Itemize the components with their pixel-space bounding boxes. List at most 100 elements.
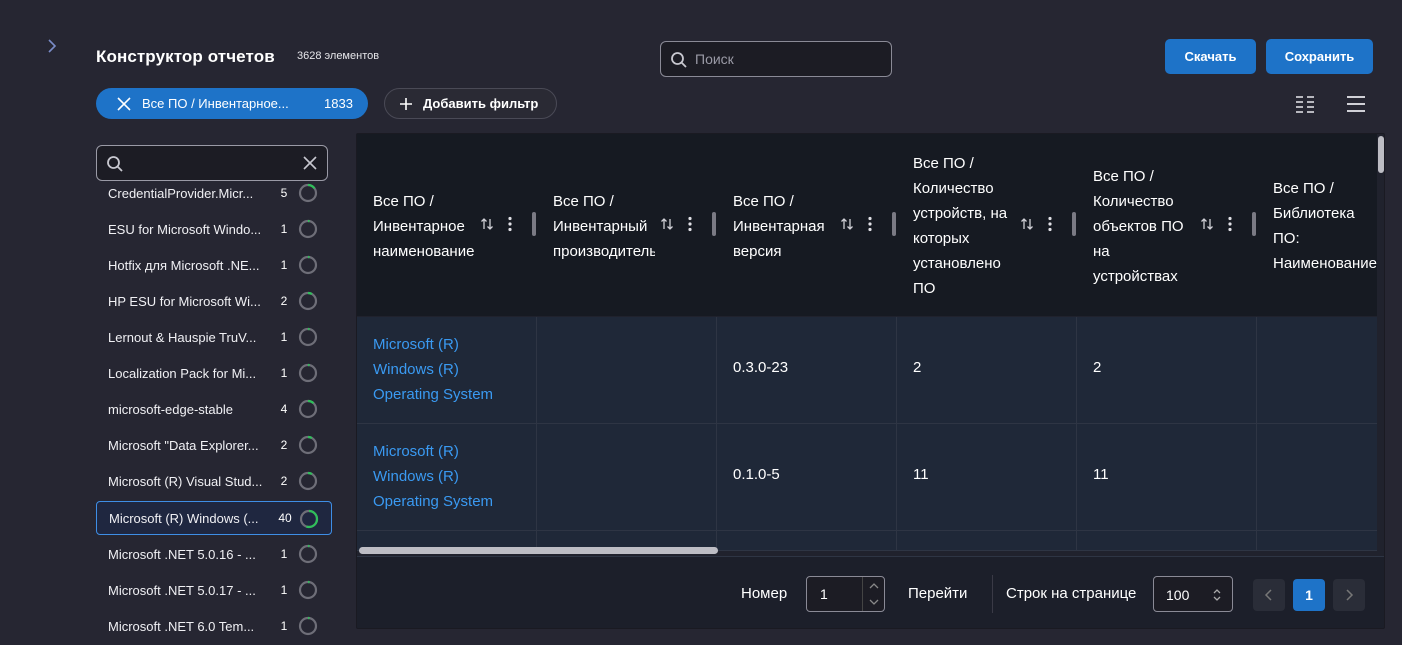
page-number-label: Номер <box>741 585 788 602</box>
sort-icon[interactable] <box>479 216 495 232</box>
table-cell-vendor <box>537 317 717 424</box>
progress-ring-icon <box>298 291 318 311</box>
software-name-line: Windows (R) <box>373 468 459 485</box>
list-item-name: Localization Pack for Mi... <box>108 365 257 381</box>
sidebar-list-item[interactable]: Hotfix для Microsoft .NE... 1 <box>96 248 332 282</box>
list-item-count: 1 <box>280 366 288 380</box>
sidebar-list-item[interactable]: CredentialProvider.Micr... 5 <box>96 182 332 210</box>
column-header-text: устройствах <box>1093 267 1178 285</box>
chevron-up-icon[interactable] <box>863 578 885 594</box>
prev-page-button[interactable] <box>1253 579 1285 611</box>
table-cell-library <box>1257 317 1384 424</box>
sort-icon[interactable] <box>1019 216 1035 232</box>
cell-value: 11 <box>1093 466 1109 483</box>
sidebar-search-box[interactable] <box>96 145 328 181</box>
column-menu-icon[interactable] <box>1042 216 1058 232</box>
add-filter-button[interactable]: Добавить фильтр <box>384 88 557 119</box>
remove-filter-icon[interactable] <box>116 96 132 112</box>
column-header[interactable]: Все ПО / Инвентарный производитель <box>537 134 717 316</box>
rows-per-page-label: Строк на странице <box>1006 585 1137 602</box>
table-cell-devices: 11 <box>897 424 1077 531</box>
column-resize-handle[interactable] <box>532 212 536 236</box>
sidebar-list-item[interactable]: Microsoft .NET 5.0.17 - ... 1 <box>96 573 332 607</box>
list-item-count: 2 <box>280 438 288 452</box>
rows-per-page-value: 100 <box>1166 587 1190 603</box>
sort-icon[interactable] <box>1199 216 1215 232</box>
column-header[interactable]: Все ПО / Инвентарное наименование <box>357 134 537 316</box>
column-menu-icon[interactable] <box>682 216 698 232</box>
list-item-name: Microsoft (R) Windows (... <box>109 510 259 526</box>
page-button-current[interactable]: 1 <box>1293 579 1325 611</box>
column-menu-icon[interactable] <box>502 216 518 232</box>
software-name-link[interactable]: Microsoft (R) Windows (R) Operating System <box>373 439 523 514</box>
sidebar-list-item[interactable]: Microsoft .NET 6.0 Tem... 1 <box>96 609 332 643</box>
save-button[interactable]: Сохранить <box>1266 39 1373 74</box>
clear-search-icon[interactable] <box>303 156 317 170</box>
column-header-text: Все ПО / <box>373 192 434 210</box>
list-item-count: 40 <box>278 511 292 525</box>
column-header-text: которых <box>913 230 970 247</box>
table-row[interactable]: Microsoft (R) Windows (R) Operating System… <box>357 317 1377 424</box>
sidebar-list-item[interactable]: Lernout & Hauspie TruV... 1 <box>96 320 332 354</box>
search-box[interactable] <box>660 41 892 77</box>
column-menu-icon[interactable] <box>862 216 878 232</box>
column-header-text: объектов ПО <box>1093 217 1184 235</box>
sidebar-list-item[interactable]: Microsoft .NET 5.0.16 - ... 1 <box>96 537 332 571</box>
table-cell-version: 0.3.0-23 <box>717 317 897 424</box>
table-cell-library <box>1257 424 1384 531</box>
column-header[interactable]: Все ПО / Библиотека ПО: Наименование <box>1257 134 1384 316</box>
sidebar-value-list[interactable]: CredentialProvider.Micr... 5 ESU for Micro… <box>96 182 336 645</box>
pager-divider <box>992 575 993 613</box>
sidebar-list-item[interactable]: Microsoft (R) Visual Stud... 2 <box>96 464 332 498</box>
active-filter-chip[interactable]: Все ПО / Инвентарное... 1833 <box>96 88 368 119</box>
sort-icon[interactable] <box>839 216 855 232</box>
page-number-input[interactable]: 1 <box>806 576 885 612</box>
sidebar-list-item[interactable]: Microsoft "Data Explorer... 2 <box>96 428 332 462</box>
column-header-text: Количество <box>1093 192 1174 210</box>
column-header-text: производитель <box>553 242 655 260</box>
select-updown-icon <box>1213 589 1221 601</box>
progress-ring-icon <box>298 544 318 564</box>
column-header-text: Все ПО / <box>553 192 614 210</box>
vertical-scrollbar-thumb[interactable] <box>1378 136 1384 173</box>
column-resize-handle[interactable] <box>1072 212 1076 236</box>
column-menu-icon[interactable] <box>1222 216 1238 232</box>
sidebar-list-item[interactable]: Microsoft (R) Windows (... 40 <box>96 501 332 535</box>
sidebar-list-item[interactable]: microsoft-edge-stable 4 <box>96 392 332 426</box>
download-button[interactable]: Скачать <box>1165 39 1256 74</box>
table-row[interactable]: Microsoft (R) Windows (R) Operating System… <box>357 424 1377 531</box>
column-resize-handle[interactable] <box>1252 212 1256 236</box>
page-number-stepper[interactable] <box>862 577 884 611</box>
hamburger-menu-icon[interactable] <box>1346 94 1366 114</box>
page-number-value[interactable]: 1 <box>820 586 828 602</box>
go-to-page-button[interactable]: Перейти <box>908 585 967 602</box>
sidebar-list-item[interactable]: HP ESU for Microsoft Wi... 2 <box>96 284 332 318</box>
list-item-count: 1 <box>280 330 288 344</box>
list-item-name: HP ESU for Microsoft Wi... <box>108 293 261 309</box>
add-filter-label: Добавить фильтр <box>423 96 539 111</box>
column-header-text: Все ПО / <box>733 192 794 210</box>
filter-chip-label: Все ПО / Инвентарное... <box>142 96 289 111</box>
chevron-down-icon[interactable] <box>863 594 885 610</box>
software-name-link[interactable]: Microsoft (R) Windows (R) Operating System <box>373 332 523 407</box>
column-header[interactable]: Все ПО / Количество объектов ПО на устройств… <box>1077 134 1257 316</box>
cell-value: 2 <box>1093 359 1102 376</box>
sort-icon[interactable] <box>659 216 675 232</box>
column-header[interactable]: Все ПО / Инвентарная версия <box>717 134 897 316</box>
horizontal-scrollbar-thumb[interactable] <box>359 547 718 554</box>
list-item-name: Microsoft (R) Visual Stud... <box>108 473 263 489</box>
progress-ring-icon <box>299 509 319 529</box>
column-resize-handle[interactable] <box>892 212 896 236</box>
column-header[interactable]: Все ПО / Количество устройств, на которых ус… <box>897 134 1077 316</box>
sidebar-list-item[interactable]: ESU for Microsoft Windo... 1 <box>96 212 332 246</box>
next-page-button[interactable] <box>1333 579 1365 611</box>
column-resize-handle[interactable] <box>712 212 716 236</box>
progress-ring-icon <box>298 255 318 275</box>
list-item-name: Lernout & Hauspie TruV... <box>108 329 257 345</box>
progress-ring-icon <box>298 399 318 419</box>
expand-sidebar-chevron-icon[interactable] <box>44 38 60 54</box>
sidebar-list-item[interactable]: Localization Pack for Mi... 1 <box>96 356 332 390</box>
search-input[interactable] <box>695 42 885 76</box>
column-settings-icon[interactable] <box>1295 95 1315 113</box>
rows-per-page-select[interactable]: 100 <box>1153 576 1233 612</box>
